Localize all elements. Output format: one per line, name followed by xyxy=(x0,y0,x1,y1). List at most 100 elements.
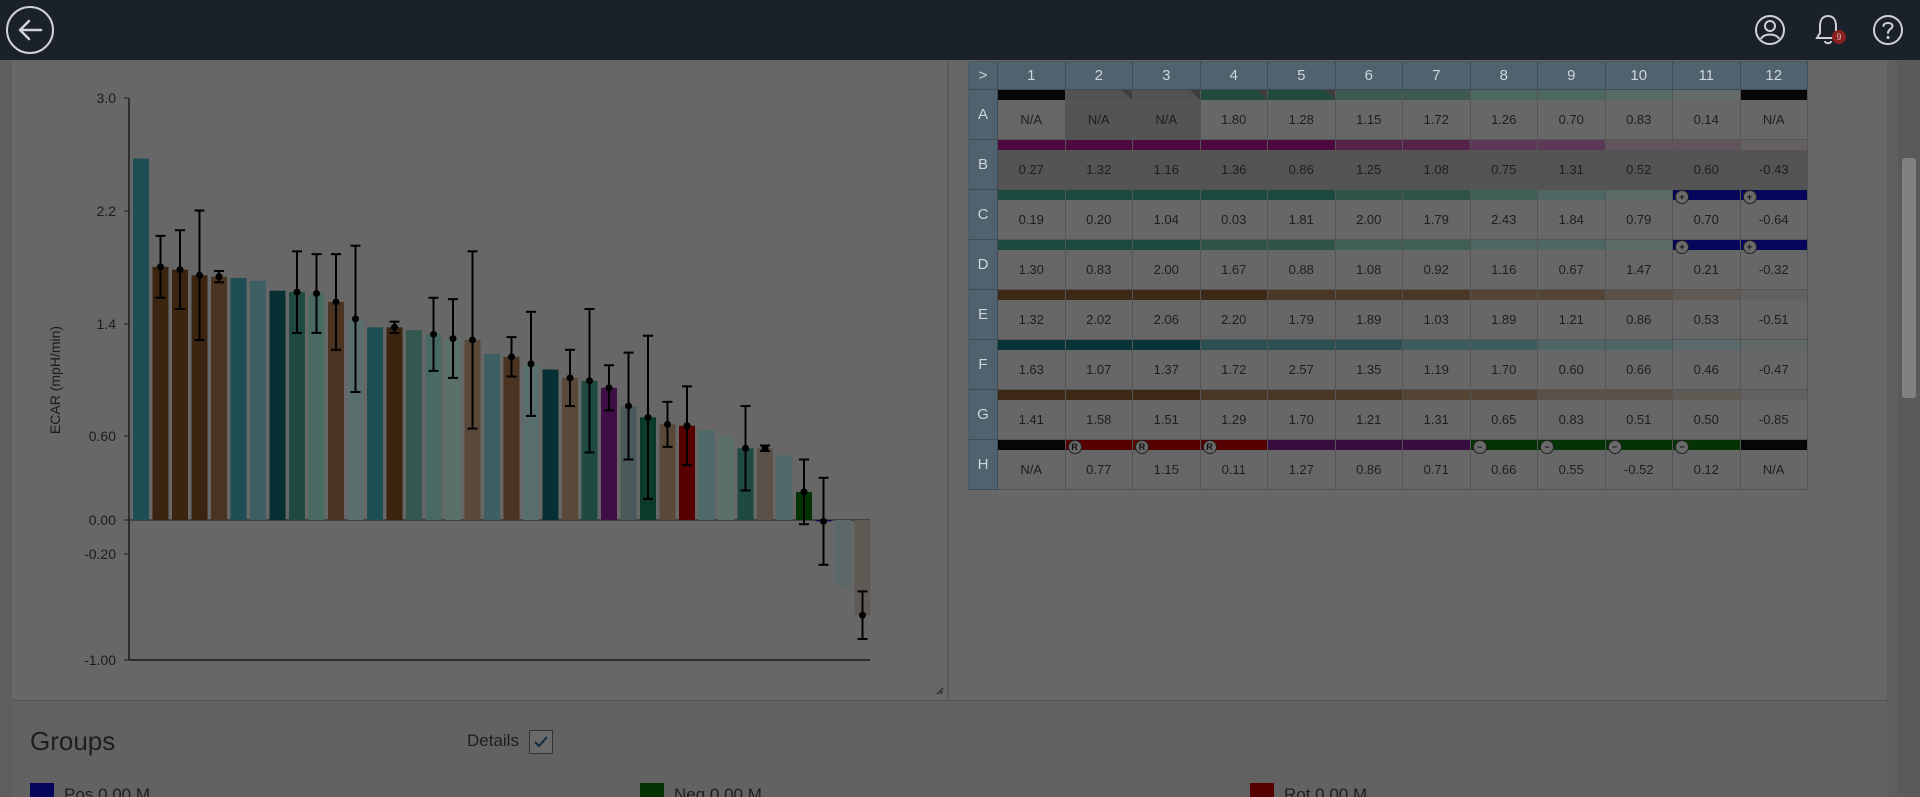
well-A1[interactable]: N/A xyxy=(998,90,1066,140)
well-G2[interactable]: 1.58 xyxy=(1065,390,1133,440)
column-header-9[interactable]: 9 xyxy=(1538,62,1606,90)
well-H1[interactable]: N/A xyxy=(998,440,1066,490)
well-D8[interactable]: 1.16 xyxy=(1470,240,1538,290)
well-C11[interactable]: 0.70 + xyxy=(1673,190,1741,240)
well-G12[interactable]: -0.85 xyxy=(1740,390,1808,440)
well-G11[interactable]: 0.50 xyxy=(1673,390,1741,440)
column-header-8[interactable]: 8 xyxy=(1470,62,1538,90)
well-D4[interactable]: 1.67 xyxy=(1200,240,1268,290)
bar[interactable] xyxy=(133,158,149,520)
bar[interactable] xyxy=(250,280,266,520)
well-D5[interactable]: 0.88 xyxy=(1268,240,1336,290)
well-B4[interactable]: 1.36 xyxy=(1200,140,1268,190)
well-C4[interactable]: 0.03 xyxy=(1200,190,1268,240)
bar[interactable] xyxy=(757,448,773,520)
well-C1[interactable]: 0.19 xyxy=(998,190,1066,240)
well-D7[interactable]: 0.92 xyxy=(1403,240,1471,290)
bar[interactable] xyxy=(542,369,559,520)
row-header-G[interactable]: G xyxy=(969,390,998,440)
well-A6[interactable]: 1.15 xyxy=(1335,90,1403,140)
column-header-7[interactable]: 7 xyxy=(1403,62,1471,90)
well-G10[interactable]: 0.51 xyxy=(1605,390,1673,440)
bar[interactable] xyxy=(211,276,227,520)
well-F10[interactable]: 0.66 xyxy=(1605,340,1673,390)
well-E7[interactable]: 1.03 xyxy=(1403,290,1471,340)
bar[interactable] xyxy=(152,266,169,520)
well-B10[interactable]: 0.52 xyxy=(1605,140,1673,190)
well-C5[interactable]: 1.81 xyxy=(1268,190,1336,240)
well-F1[interactable]: 1.63 xyxy=(998,340,1066,390)
well-H9[interactable]: 0.55− xyxy=(1538,440,1606,490)
well-G4[interactable]: 1.29 xyxy=(1200,390,1268,440)
back-button[interactable] xyxy=(6,6,54,54)
well-B1[interactable]: 0.27 xyxy=(998,140,1066,190)
well-B3[interactable]: 1.16 xyxy=(1133,140,1201,190)
well-A5[interactable]: 1.28 xyxy=(1268,90,1336,140)
well-E1[interactable]: 1.32 xyxy=(998,290,1066,340)
well-E12[interactable]: -0.51 xyxy=(1740,290,1808,340)
well-F9[interactable]: 0.60 xyxy=(1538,340,1606,390)
details-checkbox[interactable] xyxy=(529,730,553,754)
legend-item[interactable]: Rot 0.00 M xyxy=(1250,783,1367,797)
well-G6[interactable]: 1.21 xyxy=(1335,390,1403,440)
well-G8[interactable]: 0.65 xyxy=(1470,390,1538,440)
well-C8[interactable]: 2.43 xyxy=(1470,190,1538,240)
legend-item[interactable]: Neg 0.00 M xyxy=(640,783,762,797)
bar[interactable] xyxy=(269,290,286,520)
well-H11[interactable]: 0.12− xyxy=(1673,440,1741,490)
well-A10[interactable]: 0.83 xyxy=(1605,90,1673,140)
row-header-C[interactable]: C xyxy=(969,190,998,240)
well-E11[interactable]: 0.53 xyxy=(1673,290,1741,340)
well-A3[interactable]: N/A xyxy=(1133,90,1201,140)
user-account-button[interactable] xyxy=(1752,12,1788,48)
well-D6[interactable]: 1.08 xyxy=(1335,240,1403,290)
resize-handle-icon[interactable] xyxy=(936,687,944,695)
well-H5[interactable]: 1.27 xyxy=(1268,440,1336,490)
well-D3[interactable]: 2.00 xyxy=(1133,240,1201,290)
well-G5[interactable]: 1.70 xyxy=(1268,390,1336,440)
well-D10[interactable]: 1.47 xyxy=(1605,240,1673,290)
column-header-10[interactable]: 10 xyxy=(1605,62,1673,90)
well-G3[interactable]: 1.51 xyxy=(1133,390,1201,440)
well-E5[interactable]: 1.79 xyxy=(1268,290,1336,340)
well-A4[interactable]: 1.80 xyxy=(1200,90,1268,140)
well-D12[interactable]: -0.32 + xyxy=(1740,240,1808,290)
bar[interactable] xyxy=(406,330,422,520)
bar[interactable] xyxy=(484,354,500,520)
well-B11[interactable]: 0.60 xyxy=(1673,140,1741,190)
well-H6[interactable]: 0.86 xyxy=(1335,440,1403,490)
row-header-A[interactable]: A xyxy=(969,90,998,140)
well-F7[interactable]: 1.19 xyxy=(1403,340,1471,390)
well-F12[interactable]: -0.47 xyxy=(1740,340,1808,390)
well-B12[interactable]: -0.43 xyxy=(1740,140,1808,190)
well-D11[interactable]: 0.21 + xyxy=(1673,240,1741,290)
well-H7[interactable]: 0.71 xyxy=(1403,440,1471,490)
well-H8[interactable]: 0.66− xyxy=(1470,440,1538,490)
well-C12[interactable]: -0.64 + xyxy=(1740,190,1808,240)
well-H3[interactable]: 1.15 R xyxy=(1133,440,1201,490)
column-header-11[interactable]: 11 xyxy=(1673,62,1741,90)
column-header-4[interactable]: 4 xyxy=(1200,62,1268,90)
row-header-E[interactable]: E xyxy=(969,290,998,340)
row-header-D[interactable]: D xyxy=(969,240,998,290)
well-H12[interactable]: N/A xyxy=(1740,440,1808,490)
well-B6[interactable]: 1.25 xyxy=(1335,140,1403,190)
well-F11[interactable]: 0.46 xyxy=(1673,340,1741,390)
well-F6[interactable]: 1.35 xyxy=(1335,340,1403,390)
column-header-2[interactable]: 2 xyxy=(1065,62,1133,90)
well-F4[interactable]: 1.72 xyxy=(1200,340,1268,390)
well-G9[interactable]: 0.83 xyxy=(1538,390,1606,440)
well-C9[interactable]: 1.84 xyxy=(1538,190,1606,240)
well-C6[interactable]: 2.00 xyxy=(1335,190,1403,240)
well-C7[interactable]: 1.79 xyxy=(1403,190,1471,240)
well-F8[interactable]: 1.70 xyxy=(1470,340,1538,390)
well-E10[interactable]: 0.86 xyxy=(1605,290,1673,340)
bar[interactable] xyxy=(698,429,715,520)
column-header-5[interactable]: 5 xyxy=(1268,62,1336,90)
bar[interactable] xyxy=(386,327,403,520)
notifications-button[interactable]: 9 xyxy=(1810,12,1846,48)
well-E4[interactable]: 2.20 xyxy=(1200,290,1268,340)
scrollbar-thumb[interactable] xyxy=(1902,158,1916,398)
column-header-6[interactable]: 6 xyxy=(1335,62,1403,90)
column-header-12[interactable]: 12 xyxy=(1740,62,1808,90)
